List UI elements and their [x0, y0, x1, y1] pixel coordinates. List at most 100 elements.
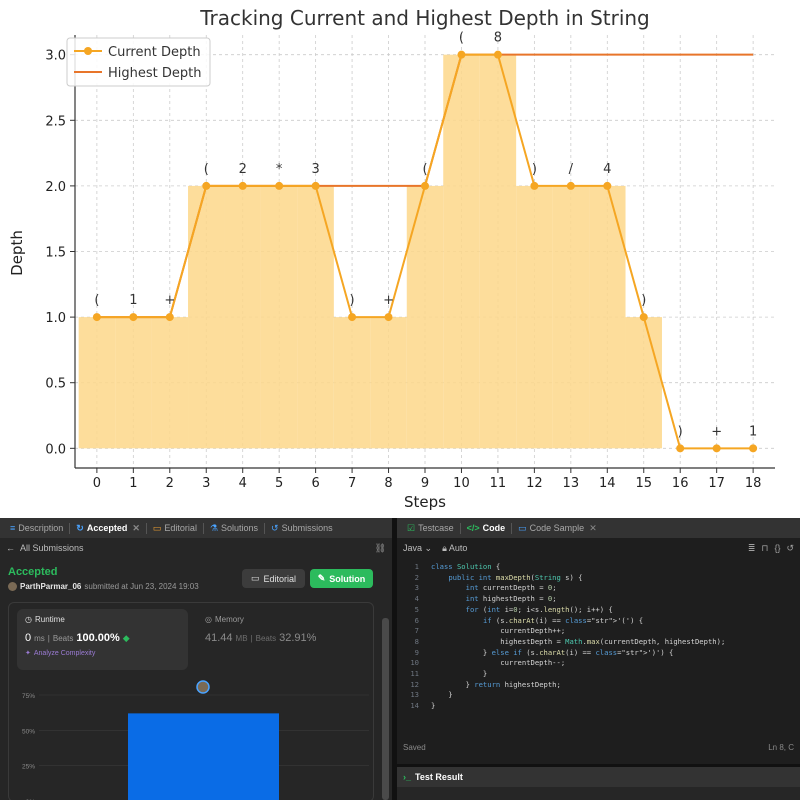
- tab-divider: [145, 522, 147, 534]
- sparkle-icon: ✦: [25, 650, 31, 657]
- line-number: 9: [414, 647, 419, 657]
- line-number: 11: [410, 669, 419, 679]
- x-tick-label: 4: [239, 476, 247, 491]
- code-line[interactable]: 12 } return highestDepth;: [397, 680, 800, 691]
- char-annotation: ): [678, 424, 683, 439]
- current-depth-point: [348, 313, 357, 322]
- analyze-complexity-link[interactable]: ✦ Analyze Complexity: [25, 649, 180, 658]
- history-icon: ↻: [76, 522, 84, 533]
- x-tick-label: 0: [93, 476, 101, 491]
- legend-current-label: Current Depth: [108, 45, 201, 60]
- current-depth-point: [749, 444, 758, 453]
- submitted-text: submitted at Jun 23, 2024 19:03: [84, 582, 199, 591]
- right-tab-bar: ☑ Testcase </> Code ▭ Code Sample ✕: [397, 518, 800, 538]
- tab-label: Testcase: [418, 523, 454, 533]
- code-text: int highestDepth = 0;: [465, 594, 557, 604]
- x-tick-label: 2: [166, 476, 174, 491]
- test-result-label: Test Result: [415, 772, 463, 782]
- line-number: 14: [410, 701, 419, 711]
- current-depth-point: [384, 313, 393, 322]
- test-result-header[interactable]: ›_ Test Result: [397, 767, 800, 787]
- memory-card[interactable]: ◎ Memory 41.44 MB | Beats 32.91%: [197, 609, 367, 670]
- history-icon: ↺: [271, 522, 279, 533]
- code-line[interactable]: 8 highestDepth = Math.max(currentDepth, …: [397, 637, 800, 648]
- code-line[interactable]: 6 if (s.charAt(i) == class="str">'(') {: [397, 616, 800, 627]
- tab-testcase[interactable]: ☑ Testcase: [403, 523, 458, 534]
- back-link[interactable]: ← All Submissions: [6, 543, 84, 553]
- code-line[interactable]: 1 class Solution {: [397, 562, 800, 573]
- code-line[interactable]: 5 for (int i=0; i<s.length(); i++) {: [397, 605, 800, 616]
- code-line[interactable]: 13 }: [397, 690, 800, 701]
- line-number: 13: [410, 690, 419, 700]
- char-annotation: +: [711, 424, 722, 439]
- code-line[interactable]: 4 int highestDepth = 0;: [397, 594, 800, 605]
- tab-solutions[interactable]: ⚗ Solutions: [206, 523, 262, 534]
- tab-label: Description: [18, 523, 64, 533]
- current-depth-point: [712, 444, 721, 453]
- x-tick-label: 1: [129, 476, 137, 491]
- format-icon[interactable]: ≣: [748, 543, 756, 554]
- bookmark-icon[interactable]: ⊓: [761, 543, 768, 554]
- depth-bar: [224, 185, 261, 449]
- tab-code[interactable]: </> Code: [463, 523, 510, 533]
- code-editor[interactable]: 1 class Solution {2 public int maxDepth(S…: [397, 562, 800, 712]
- line-number: 5: [414, 604, 419, 614]
- depth-bar: [115, 317, 152, 449]
- code-line[interactable]: 3 int currentDepth = 0;: [397, 583, 800, 594]
- submission-subbar: ← All Submissions ⛓: [0, 538, 392, 558]
- current-depth-point: [421, 181, 429, 190]
- y-tick-label: 0.0: [45, 442, 66, 457]
- memory-label: ◎ Memory: [205, 615, 359, 624]
- editorial-label: Editorial: [263, 573, 297, 584]
- avatar[interactable]: [8, 582, 17, 591]
- editorial-button[interactable]: ▭ Editorial: [242, 569, 305, 588]
- char-annotation: +: [383, 293, 394, 308]
- current-depth-point: [202, 181, 211, 190]
- close-icon[interactable]: ✕: [589, 523, 597, 534]
- tab-accepted[interactable]: ↻ Accepted ✕: [72, 523, 144, 534]
- runtime-card[interactable]: ◷ Runtime 0 ms | Beats 100.00% ◆ ✦ Analyze…: [17, 609, 188, 670]
- current-depth-point: [603, 181, 612, 190]
- book-icon: ▭: [250, 573, 260, 583]
- tab-description[interactable]: ≡ Description: [6, 523, 67, 533]
- braces-icon[interactable]: {}: [774, 543, 780, 554]
- tab-code-sample[interactable]: ▭ Code Sample ✕: [514, 523, 601, 534]
- memory-label-text: Memory: [214, 615, 244, 624]
- code-line[interactable]: 11 }: [397, 669, 800, 680]
- x-tick-label: 15: [635, 476, 652, 491]
- current-depth-point: [275, 181, 284, 190]
- depth-bar: [260, 185, 298, 449]
- code-line[interactable]: 7 currentDepth++;: [397, 626, 800, 637]
- auto-toggle[interactable]: 🔒︎ Auto: [442, 543, 467, 554]
- tab-editorial[interactable]: ▭ Editorial: [149, 523, 201, 534]
- username[interactable]: ParthParmar_06: [20, 582, 81, 591]
- runtime-beats-label: Beats: [52, 634, 74, 643]
- language-select[interactable]: Java ⌄: [403, 543, 432, 554]
- runtime-separator: |: [47, 634, 50, 643]
- code-line[interactable]: 9 } else if (s.charAt(i) == class="str">…: [397, 648, 800, 659]
- back-label: All Submissions: [20, 543, 84, 553]
- current-depth-point: [566, 181, 575, 190]
- current-depth-point: [238, 181, 247, 190]
- tab-divider: [69, 522, 71, 534]
- code-text: currentDepth++;: [431, 626, 566, 636]
- tab-submissions[interactable]: ↺ Submissions: [267, 523, 337, 534]
- char-annotation: (: [94, 293, 99, 308]
- line-number: 1: [414, 562, 419, 571]
- reset-icon[interactable]: ↺: [786, 543, 794, 554]
- scrollbar[interactable]: [382, 618, 389, 800]
- x-tick-label: 18: [745, 476, 762, 491]
- submission-status: Accepted ParthParmar_06 submitted at Jun…: [8, 566, 378, 606]
- close-icon[interactable]: ✕: [132, 523, 140, 534]
- code-line[interactable]: 10 currentDepth--;: [397, 658, 800, 669]
- code-text: highestDepth = Math.max(currentDepth, hi…: [431, 636, 726, 646]
- code-line[interactable]: 2 public int maxDepth(String s) {: [397, 573, 800, 584]
- solution-button[interactable]: ✎ Solution: [310, 569, 373, 588]
- memory-beats-pct: 32.91%: [279, 632, 317, 644]
- current-depth-point: [92, 313, 101, 322]
- code-line[interactable]: 14}: [397, 701, 800, 712]
- stats-box: ◷ Runtime 0 ms | Beats 100.00% ◆ ✦ Analyze…: [8, 602, 374, 800]
- link-icon[interactable]: ⛓: [375, 543, 386, 554]
- legend-highest-label: Highest Depth: [108, 66, 201, 81]
- code-text: int currentDepth = 0;: [465, 583, 557, 593]
